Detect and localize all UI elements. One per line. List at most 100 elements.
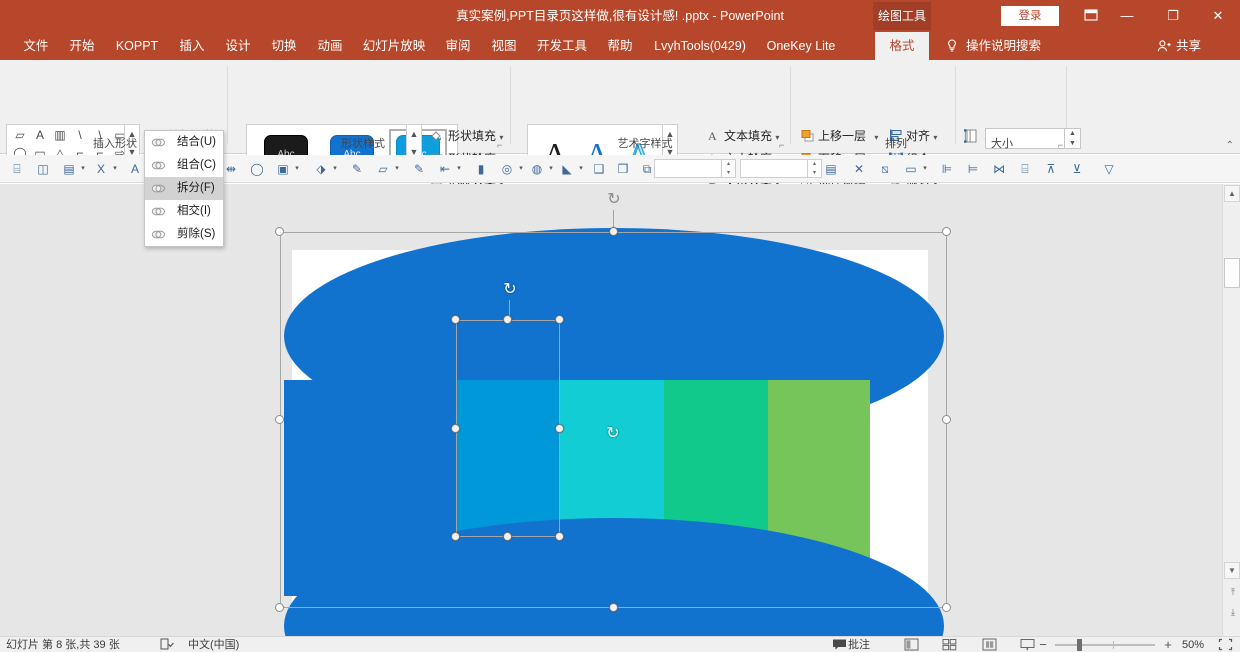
inner-resize-handle-6[interactable]	[503, 532, 512, 541]
tab-11[interactable]: 帮助	[600, 32, 640, 60]
fill-bucket-caret-icon[interactable]: ▾	[331, 165, 339, 173]
tab-7[interactable]: 幻灯片放映	[356, 32, 432, 60]
share-button[interactable]: 共享	[1176, 32, 1201, 60]
align-left-caret-icon[interactable]: ▾	[455, 165, 463, 173]
outer-resize-handle-5[interactable]	[275, 603, 284, 612]
shape-outline-caret-icon[interactable]: ▾	[393, 165, 401, 173]
eyedropper-outline-icon[interactable]: ✎	[410, 160, 428, 178]
text-box-fit-icon[interactable]: ▤	[822, 160, 840, 178]
shape-tool-0[interactable]: ▱	[11, 128, 29, 143]
shape-styles-up-icon[interactable]: ▲	[407, 125, 421, 143]
pin-icon[interactable]: ⇹	[222, 160, 240, 178]
minimize-button[interactable]: —	[1104, 0, 1150, 32]
shape-tool-2[interactable]: ▥	[51, 128, 69, 143]
bring-forward-icon[interactable]: ❑	[590, 160, 608, 178]
align-objects-icon[interactable]: ◫	[34, 160, 52, 178]
inner-resize-handle-3[interactable]	[451, 423, 460, 433]
zoom-slider-thumb[interactable]	[1077, 639, 1082, 651]
tab-10[interactable]: 开发工具	[530, 32, 594, 60]
shape-height-field-stepper[interactable]: ▴ ▾	[722, 159, 736, 178]
tab-9[interactable]: 视图	[484, 32, 524, 60]
overflow-chevron-icon[interactable]: ▽	[1100, 160, 1118, 178]
inner-resize-handle-0[interactable]	[451, 315, 460, 324]
shape-height-up[interactable]: ▲	[1065, 129, 1080, 139]
zoom-in-button[interactable]: +	[1161, 637, 1175, 652]
scroll-up-button[interactable]: ▲	[1224, 185, 1240, 202]
shape-fill-button[interactable]: 形状填充 ▾	[428, 126, 506, 147]
tab-1[interactable]: 开始	[62, 32, 102, 60]
slide-layout-caret-icon[interactable]: ▾	[921, 165, 929, 173]
align-center-icon[interactable]: ⌸	[1016, 160, 1034, 178]
mid-rotate-handle-icon[interactable]: ↻	[603, 424, 623, 444]
outer-resize-handle-4[interactable]	[942, 415, 951, 424]
inner-rotate-handle-icon[interactable]: ↻	[500, 280, 520, 300]
tab-3[interactable]: 插入	[172, 32, 212, 60]
bold-x-icon[interactable]: X	[92, 160, 110, 178]
shape-width-field-stepper[interactable]: ▴ ▾	[808, 159, 822, 178]
align-left2-icon[interactable]: ⊫	[938, 160, 956, 178]
merge-shapes-caret-icon[interactable]: ▾	[517, 165, 525, 173]
outer-resize-handle-1[interactable]	[608, 227, 618, 236]
next-slide-button[interactable]: ⤓	[1226, 604, 1240, 620]
inner-resize-handle-4[interactable]	[555, 423, 564, 433]
bold-x-caret-icon[interactable]: ▾	[111, 165, 119, 173]
slide-number-status[interactable]: 幻灯片 第 8 张,共 39 张	[6, 637, 120, 652]
text-fill-button[interactable]: A 文本填充 ▾	[706, 126, 784, 147]
merge-shapes-icon[interactable]: ◎	[498, 160, 516, 178]
collapse-ribbon-button[interactable]: ⌃	[1226, 140, 1234, 151]
send-backward-icon[interactable]: ❐	[614, 160, 632, 178]
text-box-caret-icon[interactable]: ▾	[79, 165, 87, 173]
reading-view-icon[interactable]	[982, 638, 997, 652]
sign-in-button[interactable]: 登录	[1001, 6, 1059, 26]
eyedropper-icon[interactable]: ✎	[348, 160, 366, 178]
slide-sorter-icon[interactable]	[942, 638, 957, 652]
outer-resize-handle-0[interactable]	[275, 227, 284, 236]
merge-menu-item-2[interactable]: 拆分(F)	[145, 177, 223, 200]
fill-bucket-icon[interactable]: ⬗	[312, 160, 330, 178]
distribute-h-icon[interactable]: ⋈	[990, 160, 1008, 178]
merge-menu-item-3[interactable]: 相交(I)	[145, 200, 223, 223]
previous-slide-button[interactable]: ⤒	[1226, 584, 1240, 600]
rotate-shapes-icon[interactable]: ◣	[558, 160, 576, 178]
shape-styles-dialog-launcher[interactable]: ⌐	[497, 140, 507, 150]
shape-width-field[interactable]	[740, 159, 808, 178]
zoom-slider-track[interactable]	[1055, 644, 1155, 646]
outer-resize-handle-6[interactable]	[608, 603, 618, 612]
slide-show-icon[interactable]	[1020, 638, 1035, 652]
tab-0[interactable]: 文件	[16, 32, 56, 60]
merge-shapes-dropdown-menu[interactable]: 结合(U) 组合(C) 拆分(F) 相交(I) 剪除(S)	[144, 130, 224, 247]
tell-me-search[interactable]: 操作说明搜索	[966, 32, 1041, 60]
tab-5[interactable]: 切换	[264, 32, 304, 60]
selection-pane-icon[interactable]: ⌸	[8, 160, 26, 178]
close-button[interactable]: ✕	[1196, 0, 1240, 32]
normal-view-icon[interactable]	[904, 638, 919, 652]
selection-pane2-icon[interactable]: ⧅	[876, 160, 894, 178]
theme-colors-caret-icon[interactable]: ▾	[293, 165, 301, 173]
shape-outline-icon[interactable]: ▱	[374, 160, 392, 178]
tab-2[interactable]: KOPPT	[108, 32, 166, 60]
merge-menu-item-0[interactable]: 结合(U)	[145, 131, 223, 154]
circle-shape-icon[interactable]: ◯	[248, 160, 266, 178]
rotate-shapes-caret-icon[interactable]: ▾	[577, 165, 585, 173]
inner-resize-handle-1[interactable]	[503, 315, 512, 324]
outer-resize-handle-7[interactable]	[942, 603, 951, 612]
bring-forward-button[interactable]: 上移一层 ▾	[800, 126, 878, 147]
outer-rotate-handle-icon[interactable]: ↻	[604, 190, 624, 210]
inner-resize-handle-2[interactable]	[555, 315, 564, 324]
tab-13[interactable]: OneKey Lite	[760, 32, 842, 60]
maximize-button[interactable]: ❐	[1150, 0, 1196, 32]
size-dialog-launcher[interactable]: ⌐	[1058, 140, 1068, 150]
vertical-scrollbar[interactable]: ▲ ▼ ⤒ ⤓	[1222, 184, 1240, 636]
align-left-icon[interactable]: ⇤	[436, 160, 454, 178]
comments-icon[interactable]	[832, 638, 847, 652]
text-box-icon[interactable]: ▤	[60, 160, 78, 178]
union-shapes-caret-icon[interactable]: ▾	[547, 165, 555, 173]
merge-menu-item-1[interactable]: 组合(C)	[145, 154, 223, 177]
align-caret[interactable]: ▾	[933, 133, 937, 142]
align-top-icon[interactable]: ⊼	[1042, 160, 1060, 178]
fit-slide-icon[interactable]	[1218, 638, 1233, 652]
accessibility-check-icon[interactable]	[160, 638, 175, 652]
inner-resize-handle-7[interactable]	[555, 532, 564, 541]
shape-tool-1[interactable]: A	[31, 128, 49, 143]
chart-icon[interactable]: ▮	[472, 160, 490, 178]
